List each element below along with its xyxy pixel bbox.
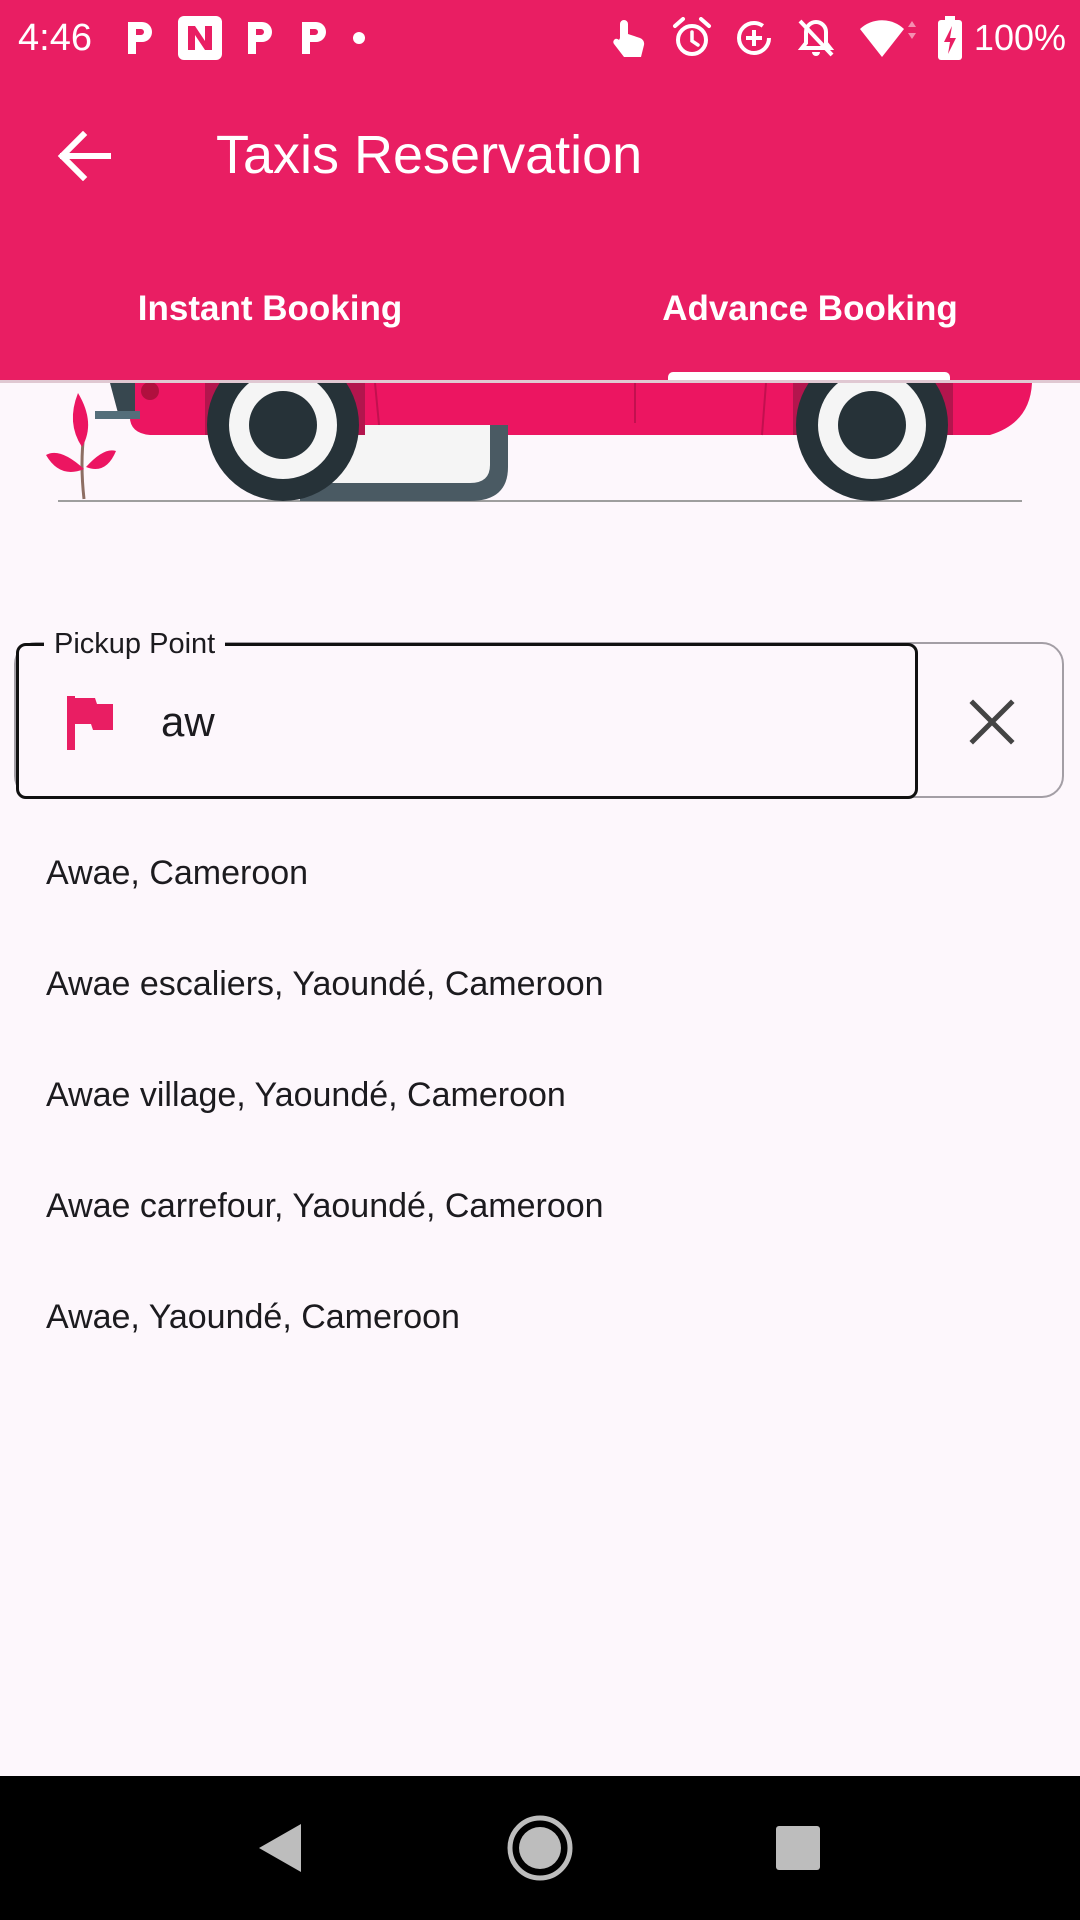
nav-back-button[interactable] [230,1798,330,1898]
clear-button[interactable] [950,680,1034,764]
suggestion-list: Awae, Cameroon Awae escaliers, Yaoundé, … [0,818,1080,1373]
tab-bar: Instant Booking Advance Booking [0,236,1080,382]
flag-icon [67,696,113,750]
suggestion-item[interactable]: Awae village, Yaoundé, Cameroon [0,1040,1080,1151]
page-title: Taxis Reservation [216,125,643,185]
battery-charging-icon [937,16,962,60]
bell-off-icon [797,19,835,57]
nav-home-button[interactable] [490,1798,590,1898]
suggestion-item[interactable]: Awae carrefour, Yaoundé, Cameroon [0,1151,1080,1262]
parking-icon [128,22,152,54]
arrow-back-icon [57,131,111,181]
pickup-point-field[interactable] [16,643,918,799]
pickup-point-input[interactable] [161,680,861,764]
touch-icon [613,20,645,57]
taxi-car-illustration [0,303,1080,505]
alarm-icon [672,17,711,56]
back-button[interactable] [44,116,124,196]
parking-icon [302,22,326,54]
status-time: 4:46 [18,17,92,59]
data-saver-icon [736,21,771,55]
car-drawing [46,303,1033,502]
nav-recents-button[interactable] [748,1798,848,1898]
dot-icon [353,32,365,44]
app-bar: 4:46 100% Taxis Reservation Instant Book… [0,0,1080,383]
tab-instant-booking[interactable]: Instant Booking [0,236,540,382]
pickup-point-label: Pickup Point [44,624,226,664]
tab-advance-booking[interactable]: Advance Booking [540,236,1080,382]
navigation-bar [0,1776,1080,1920]
nav-back-icon [259,1824,301,1872]
suggestion-item[interactable]: Awae, Yaoundé, Cameroon [0,1262,1080,1373]
system-icons: 100% [588,12,1066,64]
suggestion-item[interactable]: Awae, Cameroon [0,818,1080,929]
n-app-icon [178,16,222,60]
parking-icon [248,22,272,54]
battery-percentage: 100% [973,17,1066,58]
nav-recents-icon [776,1826,820,1870]
notification-icons [124,14,388,62]
nav-home-icon [507,1815,573,1881]
wifi-icon [859,20,916,57]
close-icon [969,699,1015,745]
suggestion-item[interactable]: Awae escaliers, Yaoundé, Cameroon [0,929,1080,1040]
status-bar: 4:46 100% [0,0,1080,76]
toolbar: Taxis Reservation [0,76,1080,236]
